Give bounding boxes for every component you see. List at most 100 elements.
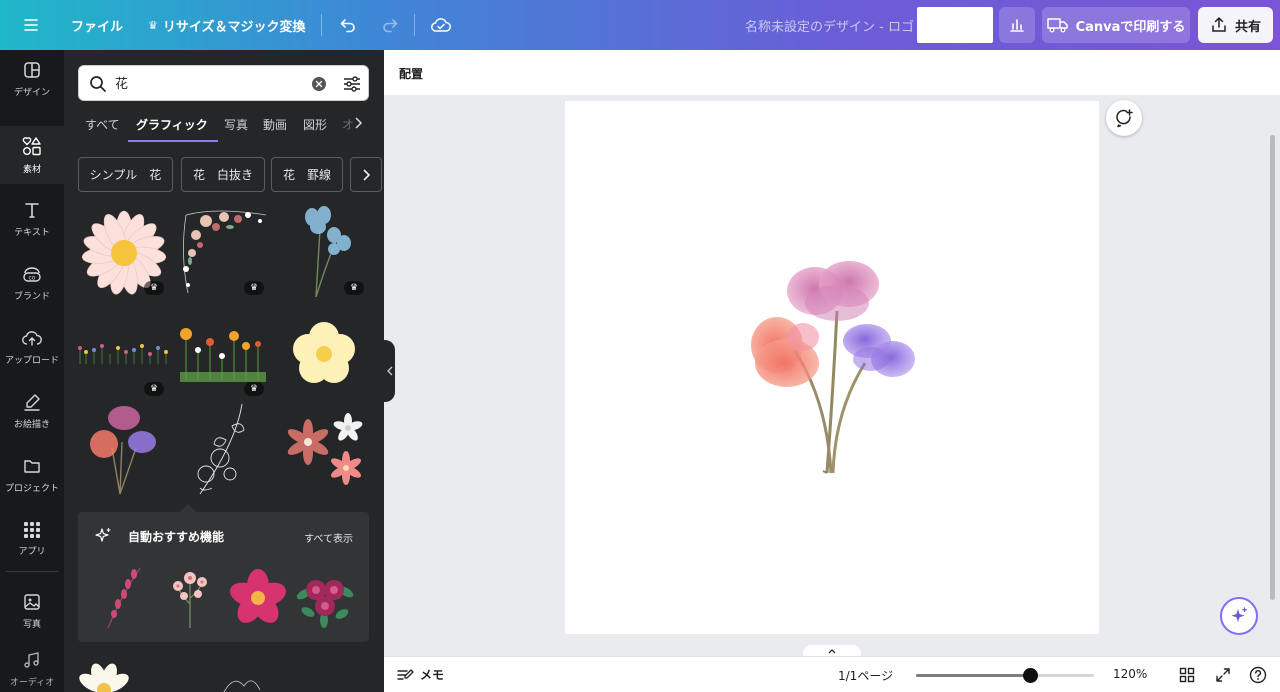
filter-sliders-icon[interactable] (342, 75, 362, 93)
premium-crown-icon: ♛ (244, 382, 264, 396)
share-upload-icon (1212, 17, 1226, 32)
cloud-check-icon (431, 18, 451, 32)
save-status-button[interactable] (430, 0, 452, 50)
notes-button[interactable]: メモ (397, 666, 444, 683)
rail-item-audio[interactable]: オーディオ (0, 646, 64, 692)
suggestion-chip[interactable]: シンプル 花 (78, 157, 173, 192)
graphic-wildflower-border[interactable]: ♛ (76, 306, 172, 402)
rail-item-design[interactable]: デザイン (0, 50, 64, 108)
text-icon (25, 203, 39, 218)
page-count[interactable]: 1/1ページ (838, 667, 893, 684)
insights-button[interactable] (999, 7, 1035, 43)
graphic-blue-flowers[interactable]: ♛ (276, 205, 372, 301)
tab-graphics[interactable]: グラフィック (136, 112, 208, 142)
hamburger-icon (24, 19, 38, 31)
premium-crown-icon: ♛ (344, 281, 364, 295)
premium-crown-icon: ♛ (144, 382, 164, 396)
premium-crown-icon: ♛ (144, 281, 164, 295)
add-comment-button[interactable] (1106, 100, 1142, 136)
zoom-level[interactable]: 120% (1113, 667, 1147, 681)
brand-icon: co (23, 267, 41, 282)
design-title[interactable]: 名称未設定のデザイン - ロゴ (745, 0, 914, 50)
position-button[interactable]: 配置 (399, 65, 423, 82)
clear-search-icon[interactable] (311, 76, 327, 92)
toolbar-divider (321, 14, 322, 36)
rail-divider (6, 571, 58, 572)
recommended-graphic[interactable] (294, 564, 356, 630)
chips-scroll-right[interactable] (350, 157, 382, 192)
rail-item-apps[interactable]: アプリ (0, 510, 64, 568)
magic-assistant-button[interactable] (1220, 597, 1258, 635)
search-input[interactable] (115, 75, 295, 90)
premium-crown-icon: ♛ (244, 281, 264, 295)
sparkle-icon (95, 527, 111, 542)
resize-magic-button[interactable]: ♛ リサイズ＆マジック変換 (148, 0, 306, 50)
share-button[interactable]: 共有 (1198, 7, 1273, 43)
recommended-graphic[interactable] (160, 564, 220, 630)
graphic-daisy-pink[interactable]: ♛ (76, 205, 172, 301)
sparkle-assistant-icon (1231, 607, 1247, 622)
graphic-retro-flowers[interactable] (276, 402, 372, 498)
print-with-canva-button[interactable]: Canvaで印刷する (1042, 7, 1190, 43)
rail-label-upload: アップロード (4, 356, 59, 366)
fullscreen-button[interactable] (1215, 667, 1231, 687)
graphic-line-partial[interactable] (214, 670, 310, 692)
recommended-graphic[interactable] (94, 564, 154, 630)
zoom-slider-handle[interactable] (1022, 668, 1038, 683)
rail-label-elements: 素材 (22, 165, 41, 175)
file-menu-button[interactable]: ファイル (71, 0, 123, 50)
vertical-scrollbar[interactable] (1270, 135, 1275, 600)
grid-view-icon (1179, 667, 1195, 683)
redo-icon (383, 19, 398, 33)
suggestion-chip[interactable]: 花 白抜き (181, 157, 265, 192)
auto-recommend-section: 自動おすすめ機能 すべて表示 (78, 512, 369, 642)
title-input-box[interactable] (917, 7, 993, 43)
graphic-white-daisy-partial[interactable] (76, 656, 172, 692)
graphic-line-art-flowers[interactable] (176, 402, 272, 498)
main-menu-button[interactable] (22, 0, 40, 50)
recommend-title: 自動おすすめ機能 (128, 530, 225, 544)
rail-item-projects[interactable]: プロジェクト (0, 446, 64, 504)
chevron-right-icon (363, 168, 371, 181)
tabs-scroll-right[interactable] (353, 112, 363, 142)
cream-flower-graphic (293, 322, 355, 383)
tab-videos[interactable]: 動画 (263, 112, 287, 142)
undo-button[interactable] (338, 0, 358, 50)
rail-item-photos[interactable]: 写真 (0, 582, 64, 640)
search-box[interactable] (78, 65, 369, 101)
rail-item-draw[interactable]: お絵描き (0, 382, 64, 440)
tab-photos[interactable]: 写真 (224, 112, 248, 142)
design-page[interactable] (565, 101, 1099, 634)
top-toolbar: ファイル ♛ リサイズ＆マジック変換 名称未設定のデザイン - ロゴ Canva… (0, 0, 1280, 50)
collapse-panel-button[interactable] (384, 340, 395, 402)
tab-shapes[interactable]: 図形 (303, 112, 327, 142)
grid-view-button[interactable] (1179, 667, 1195, 687)
help-button[interactable] (1249, 666, 1267, 688)
rail-item-text[interactable]: テキスト (0, 190, 64, 248)
zoom-slider-fill (916, 674, 1030, 677)
left-nav-rail: デザイン 素材 テキスト co ブランド アップロード お絵描き プロジェクト … (0, 50, 64, 692)
rail-label-apps: アプリ (18, 547, 46, 557)
rail-label-draw: お絵描き (13, 420, 50, 430)
graphic-cream-flower[interactable] (276, 306, 372, 402)
line-art-graphic (197, 403, 245, 495)
graphic-meadow-flowers[interactable]: ♛ (176, 306, 272, 402)
rail-item-brand[interactable]: co ブランド (0, 254, 64, 312)
folder-icon (24, 460, 40, 473)
redo-button[interactable] (380, 0, 400, 50)
print-label: Canvaで印刷する (1075, 19, 1186, 35)
suggestion-chip[interactable]: 花 罫線 (271, 157, 343, 192)
chevron-up-icon (828, 649, 836, 654)
zoom-slider[interactable] (916, 668, 1094, 683)
watercolor-flower-artwork (751, 261, 915, 474)
graphic-watercolor-bouquet[interactable] (76, 402, 172, 498)
help-icon (1249, 666, 1267, 684)
blossom-graphic (173, 572, 207, 628)
rail-item-elements[interactable]: 素材 (0, 126, 64, 184)
see-all-link[interactable]: すべて表示 (304, 530, 353, 545)
recommended-graphic[interactable] (226, 564, 290, 630)
upload-cloud-icon (22, 331, 42, 346)
graphic-flower-corner[interactable]: ♛ (176, 205, 272, 301)
rail-item-upload[interactable]: アップロード (0, 318, 64, 376)
tab-all[interactable]: すべて (85, 112, 120, 142)
